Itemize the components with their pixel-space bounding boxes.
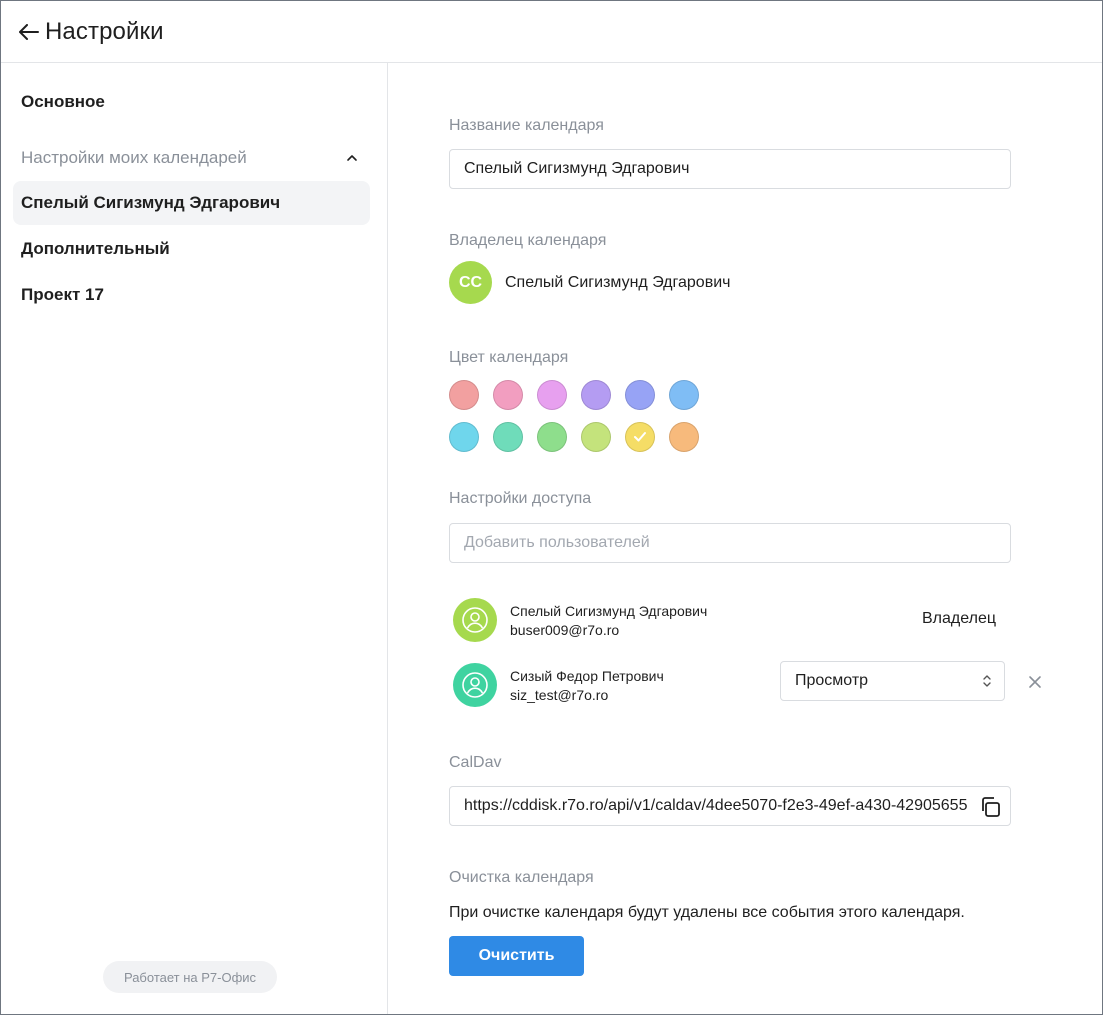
access-user-row: Сизый Федор Петрович siz_test@r7o.ro Про… <box>453 661 1041 707</box>
color-swatch[interactable] <box>537 422 567 452</box>
access-user-row: Спелый Сигизмунд Эдгарович buser009@r7o.… <box>453 598 1013 642</box>
color-swatch[interactable] <box>449 380 479 410</box>
header: Настройки <box>1 1 1102 63</box>
clear-calendar-label: Очистка календаря <box>449 869 594 886</box>
user-email: buser009@r7o.ro <box>510 621 620 638</box>
caldav-url-field[interactable]: https://cddisk.r7o.ro/api/v1/caldav/4dee… <box>449 786 1011 826</box>
clear-calendar-button[interactable]: Очистить <box>449 936 584 976</box>
calendar-color-label: Цвет календаря <box>449 349 569 366</box>
clear-calendar-description: При очистке календаря будут удалены все … <box>449 904 965 921</box>
user-email: siz_test@r7o.ro <box>510 686 609 703</box>
sidebar-group-label: Настройки моих календарей <box>21 148 247 167</box>
color-swatch[interactable] <box>669 422 699 452</box>
sidebar-item-calendar-2[interactable]: Дополнительный <box>13 227 370 271</box>
role-select[interactable]: Просмотр <box>780 661 1005 701</box>
sidebar: Основное Настройки моих календарей Спелы… <box>1 63 388 1014</box>
page-title: Настройки <box>45 17 164 45</box>
access-settings-label: Настройки доступа <box>449 490 592 507</box>
sidebar-item-general[interactable]: Основное <box>13 80 370 124</box>
color-swatch[interactable] <box>537 380 567 410</box>
user-avatar-icon <box>453 663 497 707</box>
calendar-settings-panel: Название календаря Спелый Сигизмунд Эдга… <box>449 63 1069 1013</box>
calendar-name-label: Название календаря <box>449 117 604 134</box>
select-arrows-icon <box>983 675 991 687</box>
caldav-url: https://cddisk.r7o.ro/api/v1/caldav/4dee… <box>464 797 968 814</box>
color-swatch[interactable] <box>669 380 699 410</box>
sidebar-item-calendar-1[interactable]: Спелый Сигизмунд Эдгарович <box>13 181 370 225</box>
color-swatch[interactable] <box>625 422 655 452</box>
color-row <box>449 380 709 410</box>
owner-avatar: СС <box>449 261 492 304</box>
color-swatch[interactable] <box>449 422 479 452</box>
sidebar-group-my-calendars[interactable]: Настройки моих календарей <box>13 136 370 180</box>
powered-by-badge: Работает на Р7-Офис <box>103 961 277 993</box>
color-row <box>449 422 709 452</box>
color-swatch[interactable] <box>625 380 655 410</box>
role-select-value: Просмотр <box>795 672 869 689</box>
calendar-name-input[interactable]: Спелый Сигизмунд Эдгарович <box>449 149 1011 189</box>
color-swatch[interactable] <box>581 380 611 410</box>
color-swatch[interactable] <box>493 422 523 452</box>
owner-role-label: Владелец <box>922 610 997 627</box>
chevron-up-icon <box>347 155 357 161</box>
remove-user-close-icon[interactable] <box>1026 673 1044 691</box>
owner-name: Спелый Сигизмунд Эдгарович <box>505 273 731 291</box>
color-swatch[interactable] <box>581 422 611 452</box>
check-icon <box>634 432 646 442</box>
color-swatch[interactable] <box>493 380 523 410</box>
user-avatar-icon <box>453 598 497 642</box>
add-users-input[interactable]: Добавить пользователей <box>449 523 1011 563</box>
add-users-placeholder: Добавить пользователей <box>464 534 650 551</box>
caldav-label: CalDav <box>449 754 502 771</box>
color-palette <box>449 380 709 464</box>
calendar-owner-label: Владелец календаря <box>449 232 607 249</box>
copy-icon[interactable] <box>978 795 1002 819</box>
calendar-owner: СС Спелый Сигизмунд Эдгарович <box>449 261 730 304</box>
user-name: Спелый Сигизмунд Эдгарович <box>510 602 708 619</box>
sidebar-item-calendar-3[interactable]: Проект 17 <box>13 273 370 317</box>
user-name: Сизый Федор Петрович <box>510 667 664 684</box>
back-arrow-icon[interactable] <box>17 20 41 44</box>
